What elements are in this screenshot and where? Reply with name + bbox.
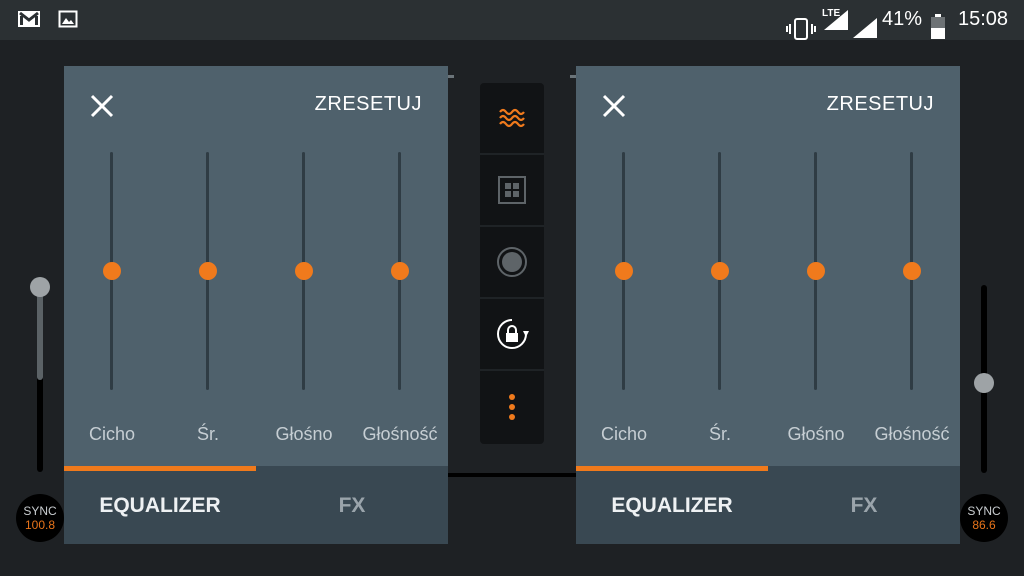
eq-label-low: Cicho [88,424,136,444]
right-sync-label: SYNC [967,504,1001,518]
active-tab-indicator [576,466,768,471]
eq-thumb[interactable] [807,262,825,280]
status-bar: LTE 41% 15:08 [0,0,1024,40]
left-pitch-fill [37,290,43,380]
eq-thumb[interactable] [103,262,121,280]
close-icon[interactable] [600,92,628,120]
toolbar-sampler-button[interactable] [480,155,544,227]
eq-thumb[interactable] [199,262,217,280]
left-pitch-thumb[interactable] [30,277,50,297]
reset-button[interactable]: ZRESETUJ [315,93,422,116]
grid-icon [498,176,526,204]
right-sync-button[interactable]: SYNC 86.6 [960,494,1008,542]
eq-thumb[interactable] [391,262,409,280]
left-sync-value: 100.8 [24,518,56,532]
rotation-lock-icon [497,319,529,349]
right-equalizer-panel: ZRESETUJ Cicho Śr. Głośno Głośność EQUAL… [576,66,960,544]
reset-button[interactable]: ZRESETUJ [827,93,934,116]
network-type-label: LTE [822,8,841,19]
eq-label-high: Głośno [275,424,333,444]
right-pitch-thumb[interactable] [974,373,994,393]
gallery-icon [58,10,78,28]
toolbar-equalizer-button[interactable] [480,83,544,155]
eq-label-low: Cicho [600,424,648,444]
toolbar-more-button[interactable] [480,371,544,443]
eq-label-volume: Głośność [362,424,438,444]
eq-thumb[interactable] [615,262,633,280]
eq-thumb[interactable] [903,262,921,280]
close-icon[interactable] [88,92,116,120]
left-equalizer-panel: ZRESETUJ Cicho Śr. Głośno Głośność EQUAL… [64,66,448,544]
eq-label-mid: Śr. [708,424,731,444]
active-tab-indicator [64,466,256,471]
tab-fx[interactable]: FX [256,494,448,518]
waveform-icon [499,108,525,128]
left-sync-button[interactable]: SYNC 100.8 [16,494,64,542]
more-vertical-icon [509,394,515,420]
deck-edge-left [448,75,454,78]
toolbar-record-button[interactable] [480,227,544,299]
clock: 15:08 [958,8,1009,30]
left-sync-label: SYNC [23,504,57,518]
center-toolbar [480,83,544,444]
crossfader-line [448,473,576,477]
eq-label-volume: Głośność [874,424,950,444]
panel-tab-bar: EQUALIZER FX [64,466,448,544]
tab-equalizer[interactable]: EQUALIZER [64,494,256,518]
eq-thumb[interactable] [711,262,729,280]
eq-label-high: Głośno [787,424,845,444]
lte-signal-icon: LTE [822,8,850,32]
eq-thumb[interactable] [295,262,313,280]
battery-percent: 41% [882,8,923,30]
record-icon [497,247,527,277]
tab-equalizer[interactable]: EQUALIZER [576,494,768,518]
tab-fx[interactable]: FX [768,494,960,518]
gmail-icon [18,11,40,27]
right-sync-value: 86.6 [972,518,996,532]
toolbar-rotation-lock-button[interactable] [480,299,544,371]
eq-label-mid: Śr. [196,424,219,444]
panel-tab-bar: EQUALIZER FX [576,466,960,544]
